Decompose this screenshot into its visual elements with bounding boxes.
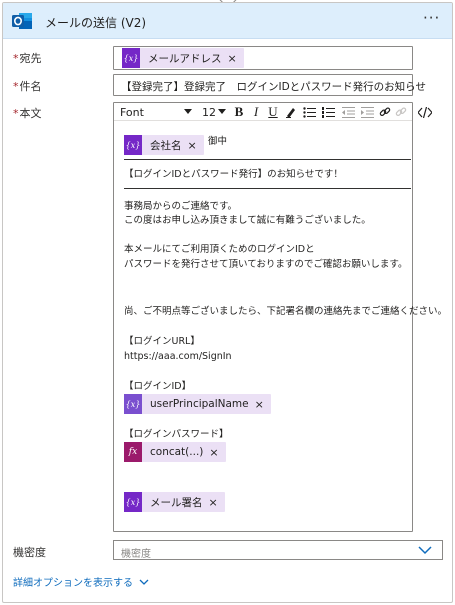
highlight-icon[interactable] xyxy=(284,104,298,120)
body-line: 【ログインパスワード】 xyxy=(124,429,229,440)
body-line: https://aaa.com/SignIn xyxy=(124,351,232,362)
bullet-list-icon[interactable] xyxy=(301,104,317,120)
company-name-token[interactable]: {x} 会社名 × xyxy=(124,135,204,155)
divider xyxy=(124,159,411,160)
outlook-icon xyxy=(12,13,32,29)
decrease-indent-icon[interactable] xyxy=(340,104,356,120)
remove-token-icon[interactable]: × xyxy=(188,139,204,152)
show-advanced-options-link[interactable]: 詳細オプションを表示する xyxy=(13,574,149,589)
more-options-button[interactable]: ··· xyxy=(423,9,440,27)
concat-expression-token[interactable]: fx concat(...) × xyxy=(124,442,226,462)
body-line: 【ログインIDとパスワード発行】のお知らせです！ xyxy=(124,169,343,180)
font-size-select[interactable]: 12 xyxy=(200,104,228,120)
sensitivity-dropdown[interactable]: 機密度 xyxy=(113,540,443,560)
chevron-down-icon xyxy=(139,579,149,585)
body-line: 本メールにてご利用頂くためのログインIDと xyxy=(124,244,315,255)
subject-field[interactable]: 【登録完了】登録完了 ログインIDとパスワード発行のお知らせ xyxy=(113,74,426,96)
underline-button[interactable]: U xyxy=(266,104,280,120)
variable-icon: {x} xyxy=(122,48,140,68)
caret-down-icon xyxy=(218,109,226,114)
salutation-text: 御中 xyxy=(208,136,228,147)
caret-down-icon xyxy=(184,109,192,114)
italic-button[interactable]: I xyxy=(249,104,263,120)
remove-token-icon[interactable]: × xyxy=(255,398,271,411)
body-line: 事務局からのご連絡です。 xyxy=(124,201,238,212)
user-principal-name-token[interactable]: {x} userPrincipalName × xyxy=(124,394,271,414)
subject-label: *件名 xyxy=(13,80,42,93)
increase-indent-icon[interactable] xyxy=(359,104,375,120)
body-line: 【ログインID】 xyxy=(124,381,192,392)
sensitivity-label: 機密度 xyxy=(13,546,46,559)
body-line: 尚、ご不明点等ございましたら、下記署名欄の連絡先までご連絡ください。 xyxy=(124,306,448,317)
divider xyxy=(124,188,411,189)
sensitivity-placeholder: 機密度 xyxy=(121,549,151,560)
variable-icon: {x} xyxy=(124,135,142,155)
body-line: 【ログインURL】 xyxy=(124,336,200,347)
body-editor[interactable]: Font 12 B I U {x} 会社名 × 御中 【ログインIDとパスワード… xyxy=(113,102,447,532)
body-line: パスワードを発行させて頂いておりますのでご確認お願いします。 xyxy=(124,259,408,270)
rich-text-toolbar: Font 12 B I U xyxy=(114,103,412,121)
action-header[interactable]: メールの送信 (V2) ··· xyxy=(3,3,452,39)
link-icon[interactable] xyxy=(378,104,392,120)
to-label: *宛先 xyxy=(13,52,42,65)
font-family-select[interactable]: Font xyxy=(118,104,194,120)
function-icon: fx xyxy=(124,442,142,462)
variable-icon: {x} xyxy=(124,394,142,414)
remove-token-icon[interactable]: × xyxy=(228,52,244,65)
body-label: *本文 xyxy=(13,107,42,120)
subject-value: 【登録完了】登録完了 ログインIDとパスワード発行のお知らせ xyxy=(121,81,426,93)
unlink-icon[interactable] xyxy=(394,104,408,120)
action-title: メールの送信 (V2) xyxy=(45,16,147,30)
variable-icon: {x} xyxy=(124,492,142,512)
code-view-icon[interactable] xyxy=(417,104,433,120)
body-line: この度はお申し込み頂きまして誠に有難うございました。 xyxy=(124,215,371,226)
remove-token-icon[interactable]: × xyxy=(209,496,225,509)
numbered-list-icon[interactable] xyxy=(320,104,336,120)
remove-token-icon[interactable]: × xyxy=(209,446,225,459)
chevron-down-icon xyxy=(418,546,432,555)
action-card: メールの送信 (V2) ··· *宛先 {x} メールアドレス × *件名 【登… xyxy=(2,2,453,603)
bold-button[interactable]: B xyxy=(232,104,246,120)
mail-signature-token[interactable]: {x} メール署名 × xyxy=(124,492,225,512)
to-field[interactable]: {x} メールアドレス × xyxy=(113,46,413,70)
email-address-token[interactable]: {x} メールアドレス × xyxy=(122,48,244,68)
